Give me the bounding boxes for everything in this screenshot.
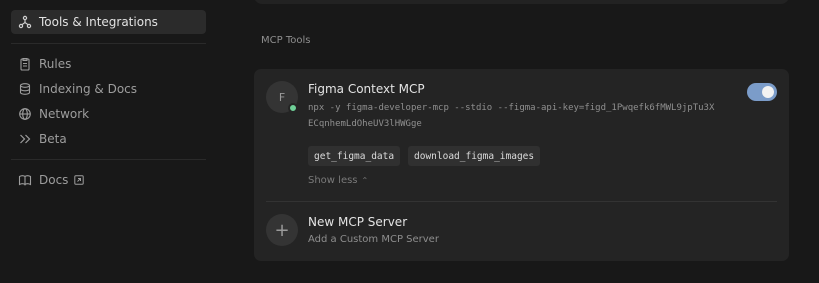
sidebar-divider — [11, 43, 206, 44]
previous-section-card — [254, 0, 789, 4]
sidebar-item-label: Beta — [39, 132, 67, 146]
chevrons-right-icon — [18, 132, 32, 146]
plus-icon: + — [274, 219, 290, 241]
sidebar-item-label: Docs — [39, 173, 69, 187]
new-server-subtitle: Add a Custom MCP Server — [308, 234, 439, 245]
mcp-tools-card: F Figma Context MCP npx -y figma-develop… — [254, 69, 789, 261]
integrations-icon — [18, 15, 32, 29]
show-less-label: Show less — [308, 175, 358, 186]
sidebar-item-label: Network — [39, 107, 90, 121]
sidebar-item-beta[interactable]: Beta — [11, 127, 206, 151]
tool-tag: download_figma_images — [408, 146, 541, 166]
database-icon — [18, 82, 32, 96]
sidebar-item-docs[interactable]: Docs — [11, 168, 206, 192]
clipboard-icon — [18, 57, 32, 71]
add-server-button[interactable]: + — [266, 214, 298, 246]
sidebar-item-tools-integrations[interactable]: Tools & Integrations — [11, 10, 206, 34]
book-icon — [18, 173, 32, 187]
card-divider — [266, 201, 777, 202]
sidebar-item-label: Indexing & Docs — [39, 82, 138, 96]
external-link-icon — [74, 175, 85, 185]
server-command: npx -y figma-developer-mcp --stdio --fig… — [308, 103, 715, 129]
sidebar-item-label: Tools & Integrations — [39, 15, 158, 29]
settings-sidebar: Tools & Integrations Rules Indexing & Do… — [0, 0, 219, 283]
show-less-button[interactable]: Show less ⌃ — [308, 175, 368, 186]
sidebar-item-indexing-docs[interactable]: Indexing & Docs — [11, 77, 206, 101]
sidebar-item-rules[interactable]: Rules — [11, 52, 206, 76]
chevron-up-down-icon: ⌃ — [361, 176, 369, 185]
sidebar-item-network[interactable]: Network — [11, 102, 206, 126]
server-enabled-toggle[interactable] — [747, 83, 777, 101]
section-title: MCP Tools — [261, 35, 311, 46]
new-server-title[interactable]: New MCP Server — [308, 215, 407, 229]
sidebar-item-label: Rules — [39, 57, 72, 71]
sidebar-divider — [11, 159, 206, 160]
status-indicator-icon — [288, 103, 298, 113]
main-panel: MCP Tools F Figma Context MCP npx -y fig… — [219, 0, 819, 283]
tool-tag: get_figma_data — [308, 146, 401, 166]
toggle-knob — [762, 86, 774, 98]
server-name: Figma Context MCP — [308, 82, 425, 96]
globe-icon — [18, 107, 32, 121]
